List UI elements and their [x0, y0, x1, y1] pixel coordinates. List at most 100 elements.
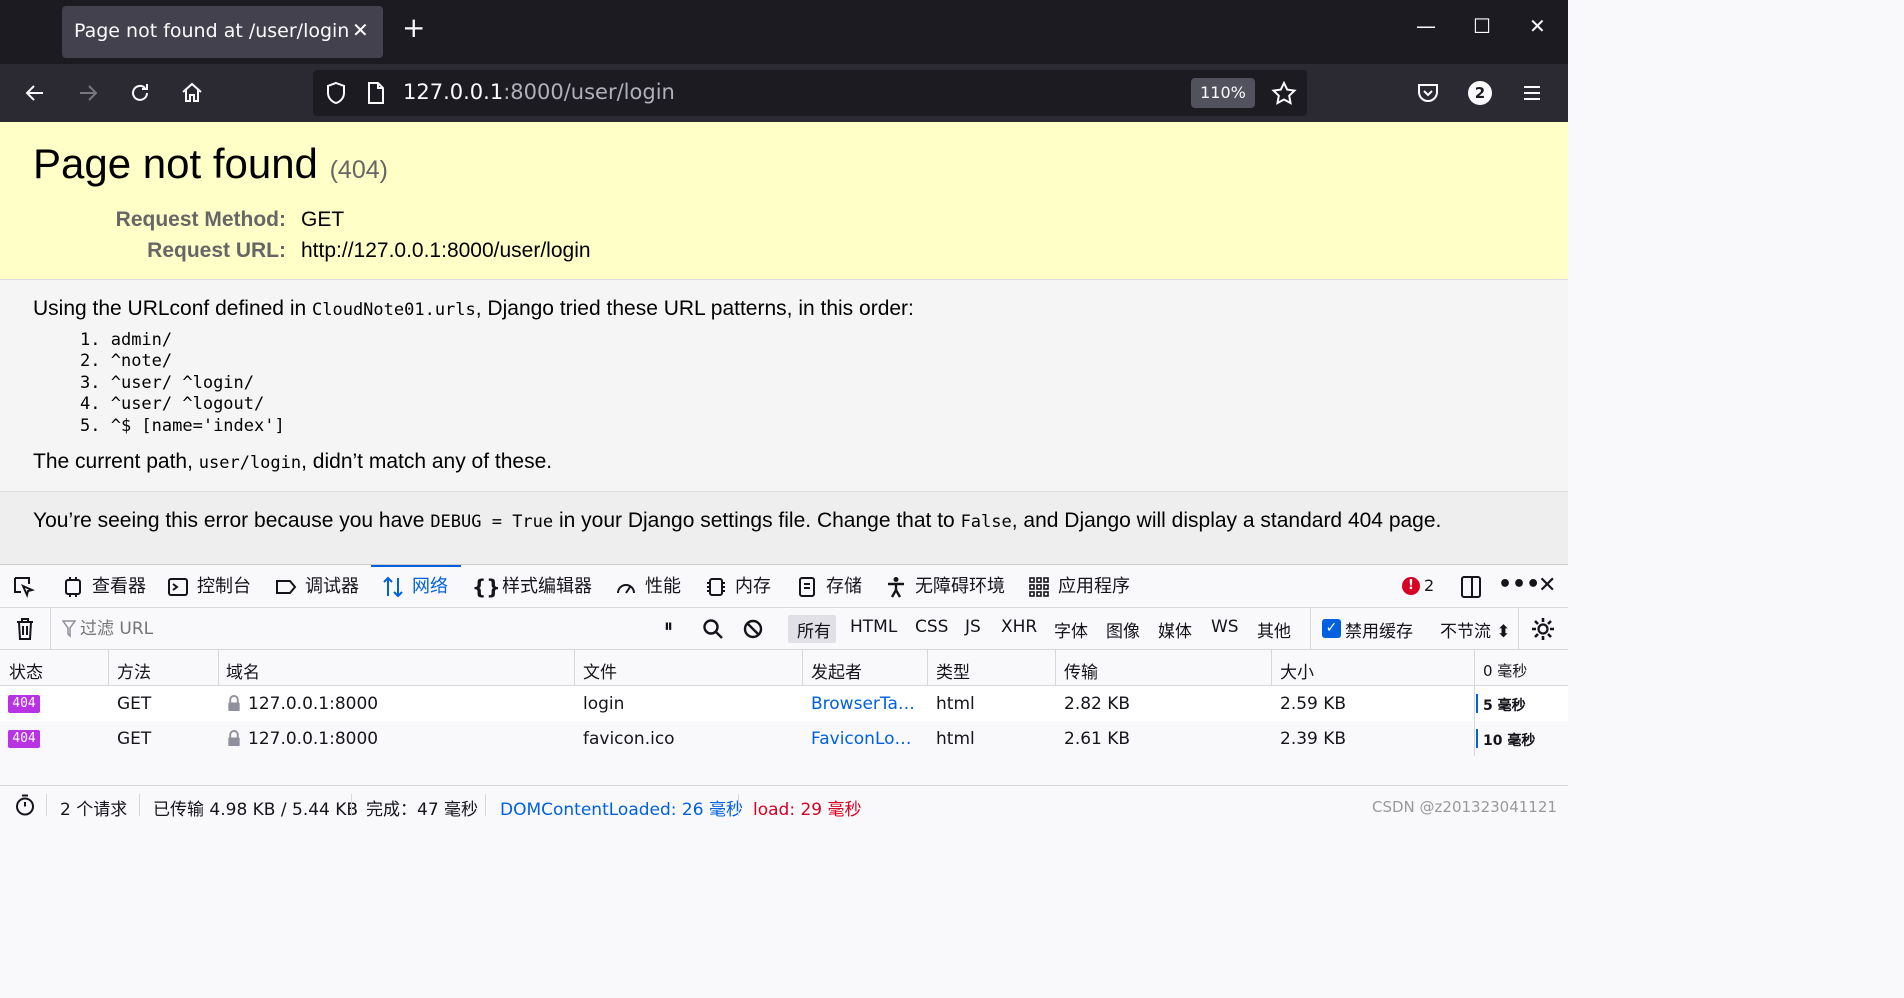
col-initiator[interactable]: 发起者: [811, 658, 862, 683]
settings-gear-icon[interactable]: [1530, 616, 1556, 642]
error-count: 2: [1424, 576, 1435, 595]
url-bar[interactable]: 127.0.0.1:8000/user/login 110%: [313, 70, 1307, 116]
url-text[interactable]: 127.0.0.1:8000/user/login: [403, 80, 675, 104]
row-type: html: [936, 694, 975, 714]
menu-icon[interactable]: [1520, 81, 1544, 105]
filter-fonts[interactable]: 字体: [1054, 617, 1088, 642]
debug-explanation: You’re seeing this error because you hav…: [0, 492, 1568, 564]
network-status-bar: 2 个请求 已传输 4.98 KB / 5.44 KB 完成：47 毫秒 DOM…: [0, 785, 1568, 822]
timeline-divider: [1474, 721, 1475, 756]
window-close-icon[interactable]: ✕: [1529, 14, 1546, 38]
url-pattern-item: 3. ^user/ ^login/: [80, 373, 285, 394]
more-options-icon[interactable]: •••: [1498, 572, 1540, 597]
url-pattern-number: 3.: [80, 372, 111, 393]
table-row[interactable]: 404 GET 127.0.0.1:8000 login BrowserTab... ht…: [0, 686, 1568, 721]
tab-style-editor[interactable]: {}样式编辑器: [472, 565, 592, 608]
row-transferred: 2.82 KB: [1064, 694, 1131, 714]
filter-images[interactable]: 图像: [1106, 617, 1140, 642]
tab-debugger[interactable]: 调试器: [275, 565, 359, 608]
filter-url-input[interactable]: [80, 615, 640, 643]
row-initiator[interactable]: BrowserTab...: [811, 694, 919, 714]
url-pattern-text: ^user/ ^login/: [110, 372, 255, 393]
col-timeline[interactable]: 0 毫秒: [1483, 660, 1527, 681]
filter-js[interactable]: JS: [965, 617, 981, 637]
pocket-icon[interactable]: [1416, 81, 1440, 105]
col-method[interactable]: 方法: [117, 658, 151, 683]
filter-ws[interactable]: WS: [1211, 617, 1239, 637]
filter-other[interactable]: 其他: [1257, 617, 1291, 642]
error-summary: Page not found (404) Request Method: GET…: [0, 122, 1568, 280]
error-icon[interactable]: !: [1402, 577, 1420, 595]
reload-icon[interactable]: [128, 81, 152, 105]
block-icon[interactable]: [742, 618, 764, 640]
stopwatch-icon[interactable]: [14, 794, 36, 816]
request-count: 2 个请求: [60, 800, 128, 820]
filter-xhr[interactable]: XHR: [1001, 617, 1037, 637]
url-pattern-number: 2.: [80, 351, 111, 372]
home-icon[interactable]: [180, 81, 204, 105]
col-transferred[interactable]: 传输: [1064, 658, 1098, 683]
request-method-label: Request Method:: [115, 208, 286, 231]
page-content: Page not found (404) Request Method: GET…: [0, 122, 1568, 564]
active-tab-indicator: [371, 565, 461, 567]
back-icon[interactable]: [23, 81, 47, 105]
disable-cache-checkbox[interactable]: ✓: [1322, 619, 1341, 638]
forward-icon[interactable]: [76, 81, 100, 105]
col-status[interactable]: 状态: [9, 658, 43, 683]
tab-application[interactable]: 应用程序: [1028, 565, 1130, 608]
page-icon: [368, 82, 384, 104]
url-patterns-list: 1. admin/2. ^note/3. ^user/ ^login/4. ^u…: [80, 330, 285, 437]
url-pattern-text: ^$ [name='index']: [110, 415, 285, 436]
network-toolbar: ⏸ 所有 HTML CSS JS XHR 字体 图像 媒体 WS 其他 ✓ 禁用…: [0, 608, 1568, 650]
col-file[interactable]: 文件: [583, 658, 617, 683]
row-file: favicon.ico: [583, 729, 675, 749]
bookmark-star-icon[interactable]: [1271, 81, 1297, 105]
search-icon[interactable]: [702, 618, 724, 640]
tab-accessibility[interactable]: 无障碍环境: [885, 565, 1005, 608]
trash-icon[interactable]: [14, 617, 36, 641]
url-pattern-number: 1.: [80, 330, 111, 350]
timing-bar: [1476, 729, 1478, 748]
pause-icon[interactable]: ⏸: [664, 616, 673, 637]
account-badge[interactable]: 2: [1468, 81, 1492, 105]
dock-icon[interactable]: [1460, 575, 1482, 599]
accessibility-icon: [888, 577, 904, 598]
col-type[interactable]: 类型: [936, 658, 970, 683]
filter-all[interactable]: 所有: [797, 617, 831, 642]
col-domain[interactable]: 域名: [226, 658, 260, 683]
element-picker-icon[interactable]: [12, 575, 36, 599]
tab-network[interactable]: 网络: [382, 565, 448, 608]
tab-inspector[interactable]: 查看器: [62, 565, 146, 608]
row-type: html: [936, 729, 975, 749]
tab-storage[interactable]: 存储: [796, 565, 862, 608]
tab-close-icon[interactable]: ✕: [352, 18, 369, 42]
tab-performance[interactable]: 性能: [615, 565, 681, 608]
new-tab-icon[interactable]: +: [402, 14, 425, 42]
row-domain: 127.0.0.1:8000: [248, 694, 379, 714]
zoom-indicator[interactable]: 110%: [1191, 78, 1255, 108]
minimize-icon[interactable]: —: [1416, 14, 1436, 38]
debugger-icon: [276, 580, 297, 594]
filter-css[interactable]: CSS: [915, 617, 948, 637]
urlconf-text: Using the URLconf defined in CloudNote01…: [33, 297, 914, 320]
explanation-text: You’re seeing this error because you hav…: [33, 509, 1442, 532]
toolbar-divider: [1518, 608, 1519, 650]
filter-media[interactable]: 媒体: [1158, 617, 1192, 642]
lock-icon: [228, 730, 240, 747]
tab-memory[interactable]: 内存: [705, 565, 771, 608]
tab-active[interactable]: Page not found at /user/login ✕: [62, 6, 383, 58]
tab-console[interactable]: 控制台: [167, 565, 251, 608]
maximize-icon[interactable]: ☐: [1473, 14, 1491, 38]
timing-bar: [1476, 694, 1478, 713]
table-row[interactable]: 404 GET 127.0.0.1:8000 favicon.ico FaviconLo…: [0, 721, 1568, 756]
request-url-label: Request URL:: [147, 239, 286, 262]
url-pattern-number: 5.: [80, 415, 111, 436]
throttle-select[interactable]: 不节流 ⬍: [1440, 617, 1511, 642]
shield-icon[interactable]: [325, 81, 347, 105]
row-initiator[interactable]: FaviconLoad...: [811, 729, 919, 749]
inspector-icon: [65, 577, 81, 597]
devtools-close-icon[interactable]: ✕: [1538, 573, 1556, 598]
col-size[interactable]: 大小: [1280, 658, 1314, 683]
requests-table-header: 状态 方法 域名 文件 发起者 类型 传输 大小 0 毫秒: [0, 650, 1568, 686]
filter-html[interactable]: HTML: [850, 617, 897, 637]
